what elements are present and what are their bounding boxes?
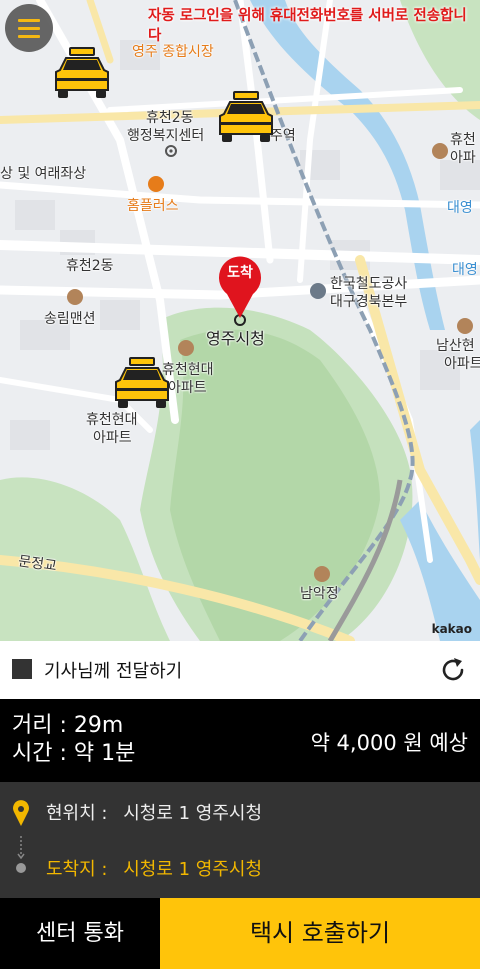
deliver-checkbox[interactable] — [12, 659, 32, 679]
route-marker-icon — [13, 800, 29, 873]
route-panel: 현위치 : 시청로 1 영주시청 도착지 : 시청로 1 영주시청 — [0, 782, 480, 898]
center-call-button[interactable]: 센터 통화 — [0, 898, 160, 969]
menu-icon-bar — [18, 35, 40, 38]
destination-pin-label: 도착 — [227, 265, 253, 281]
current-location-label: 현위치 : — [46, 803, 108, 824]
map-label-market: 영주 종합시장 — [132, 44, 214, 60]
map-label-cityhall: 영주시청 — [206, 329, 265, 348]
map-label-homeplus: 홈플러스 — [127, 198, 179, 214]
map-attribution: kakao — [431, 622, 472, 636]
map-label-songrim: 송림맨션 — [44, 311, 96, 327]
map-label-apt-c2: 아파트 — [93, 430, 132, 446]
map-label-daeyeong-1: 대영 — [447, 200, 473, 216]
deliver-to-driver-row[interactable]: 기사님께 전달하기 — [0, 641, 480, 699]
current-location-value: 시청로 1 영주시청 — [123, 803, 263, 824]
map-label-shopping: 상 및 여래좌상 — [0, 166, 87, 182]
map-label-namsan-2: 아파트 — [444, 356, 480, 372]
map-label-korail-2: 대구경북본부 — [330, 294, 408, 310]
deliver-label: 기사님께 전달하기 — [44, 661, 183, 682]
destination-label: 도착지 : — [46, 859, 108, 880]
map-label-daeyeong-2: 대영 — [452, 262, 478, 278]
destination-value: 시청로 1 영주시청 — [123, 859, 263, 880]
map-label-apt-b: 아파트 — [168, 380, 207, 396]
map-label-korail-1: 한국철도공사 — [330, 276, 408, 292]
map-label-welfare-1: 휴천2동 — [146, 110, 194, 126]
map-label-apt-c1: 휴천현대 — [86, 412, 138, 428]
map-label-welfare-2: 행정복지센터 — [127, 128, 205, 144]
time-text: 시간 : 약 1분 — [12, 741, 136, 766]
map-view[interactable]: 영주 종합시장 휴천2동 행정복지센터 주역 상 및 여래좌상 홈플러스 휴천2… — [0, 0, 480, 641]
call-taxi-button[interactable]: 택시 호출하기 — [160, 898, 480, 969]
map-label-namsan-1: 남산현 — [436, 338, 475, 354]
map-label-hyucheon2: 휴천2동 — [66, 258, 114, 274]
map-label-right-apt-1: 휴천 — [450, 132, 476, 148]
map-label-right-apt-2: 아파 — [450, 150, 476, 166]
map-label-namak: 남악정 — [300, 586, 339, 602]
trip-info-panel: 거리 : 29m 시간 : 약 1분 약 4,000 원 예상 — [0, 699, 480, 782]
destination-pin-icon[interactable]: 도착 — [217, 256, 263, 320]
taxi-icon[interactable] — [54, 46, 110, 102]
bottom-actions: 센터 통화 택시 호출하기 — [0, 898, 480, 969]
refresh-icon[interactable] — [438, 655, 468, 685]
distance-text: 거리 : 29m — [12, 713, 124, 738]
menu-icon — [18, 19, 40, 22]
fare-estimate: 약 4,000 원 예상 — [310, 731, 468, 755]
taxi-icon[interactable] — [114, 356, 170, 412]
auto-login-notice: 자동 로그인을 위해 휴대전화번호를 서버로 전송합니다 — [148, 8, 467, 44]
menu-icon-bar — [18, 27, 40, 30]
taxi-icon[interactable] — [218, 90, 274, 146]
menu-button[interactable] — [5, 4, 53, 52]
